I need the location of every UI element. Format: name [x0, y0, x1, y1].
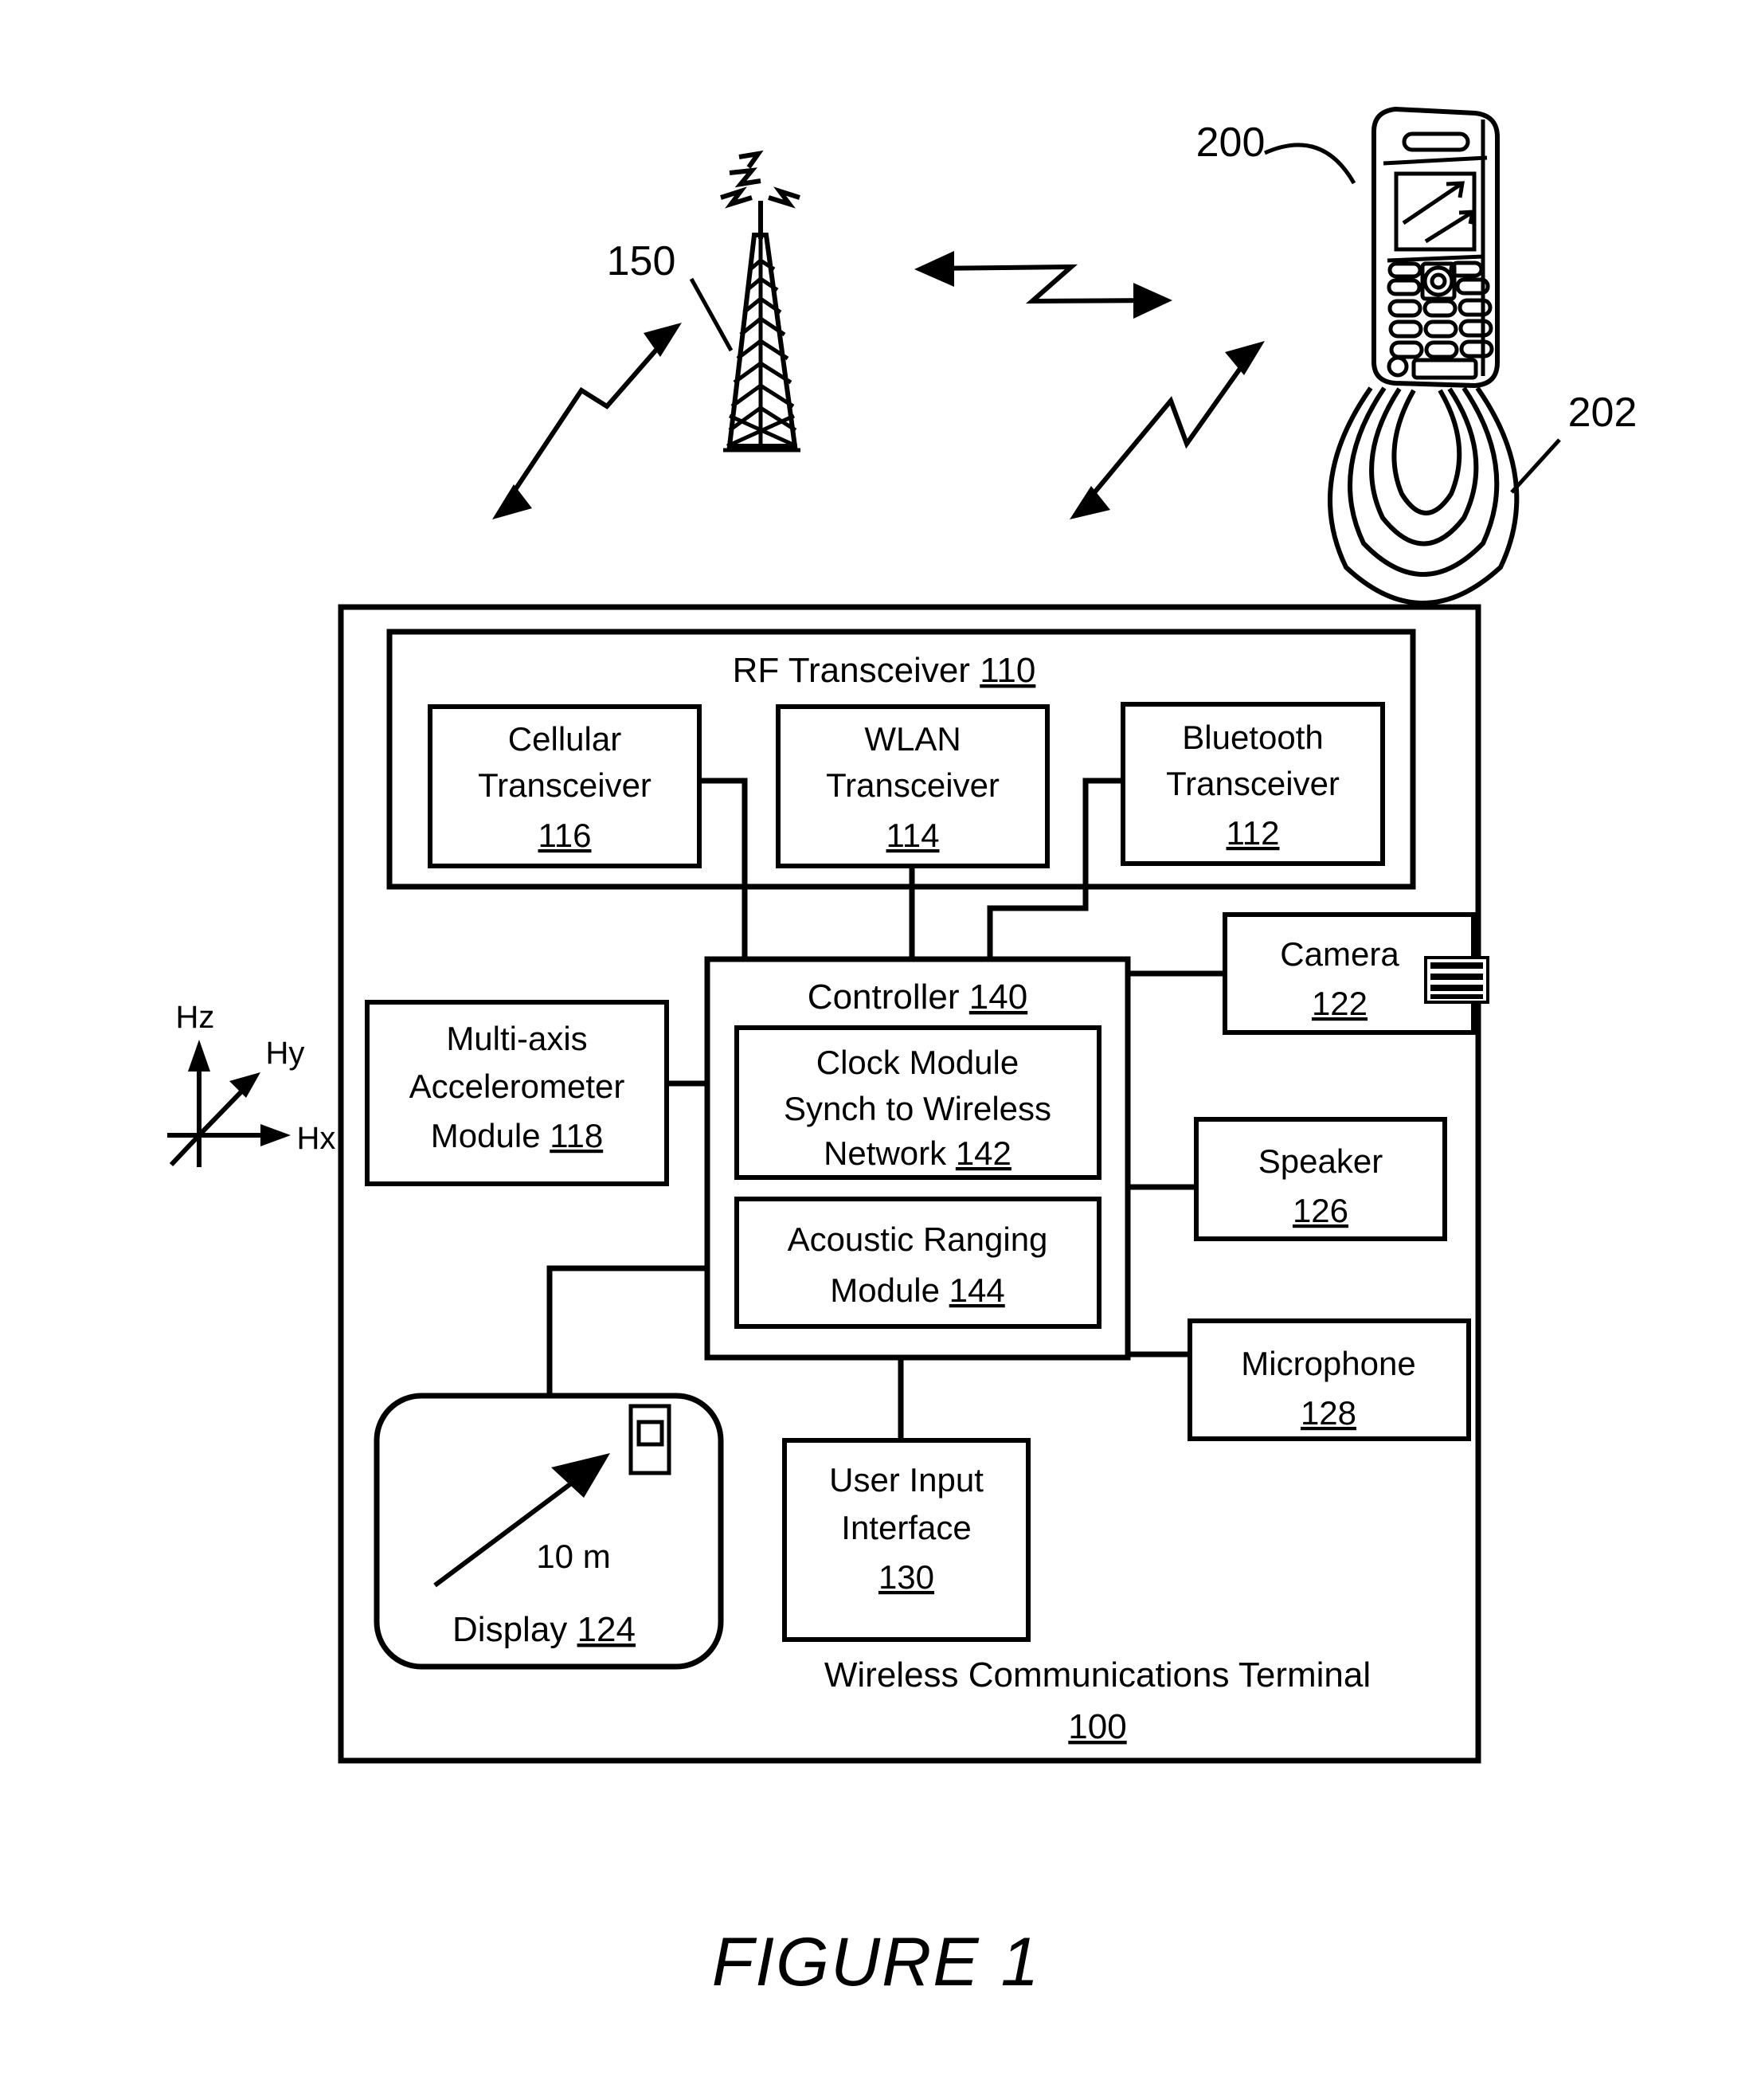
cellular-transceiver-line1: Cellular: [508, 720, 621, 758]
patent-figure-1: 150 200 202 Hz Hy Hx RF Transceiver 110 …: [0, 0, 1753, 2100]
bluetooth-transceiver-ref: 112: [1227, 814, 1280, 852]
cellular-transceiver-ref: 116: [538, 817, 592, 854]
controller-ref: 140: [969, 978, 1027, 1017]
microphone-label: Microphone: [1241, 1345, 1415, 1382]
display-label: Display: [452, 1610, 567, 1649]
acoustic-wave-callout-label: 202: [1568, 390, 1638, 436]
camera-label: Camera: [1280, 935, 1399, 973]
bluetooth-transceiver-line1: Bluetooth: [1182, 719, 1323, 756]
display-label-group: Display 124: [452, 1610, 636, 1649]
clock-module-line3: Network: [824, 1134, 947, 1172]
user-input-line1: User Input: [829, 1461, 984, 1499]
rf-transceiver-title: RF Transceiver: [733, 651, 970, 690]
axis-label-hz: Hz: [176, 1000, 215, 1035]
axis-label-hx: Hx: [297, 1121, 336, 1156]
accelerometer-line1: Multi-axis: [446, 1020, 587, 1057]
rf-transceiver-title-group: RF Transceiver 110: [733, 651, 1036, 690]
clock-module-line3-group: Network 142: [824, 1134, 1011, 1172]
microphone-ref: 128: [1301, 1394, 1356, 1432]
accelerometer-line3-group: Module 118: [431, 1117, 603, 1154]
wlan-transceiver-ref: 114: [886, 817, 940, 854]
camera-ref: 122: [1312, 985, 1368, 1022]
controller-title: Controller: [808, 978, 960, 1017]
user-input-line2: Interface: [841, 1509, 971, 1546]
bluetooth-transceiver-line2: Transceiver: [1166, 765, 1340, 802]
wlan-transceiver-line1: WLAN: [864, 720, 961, 758]
controller-title-group: Controller 140: [808, 978, 1027, 1017]
speaker-ref: 126: [1293, 1192, 1348, 1229]
terminal-title: Wireless Communications Terminal: [824, 1655, 1371, 1694]
accelerometer-ref: 118: [550, 1117, 603, 1154]
acoustic-ranging-ref: 144: [949, 1271, 1005, 1309]
acoustic-ranging-line2: Module: [830, 1271, 940, 1309]
figure-text: 150 200 202 Hz Hy Hx RF Transceiver 110 …: [176, 119, 1638, 2000]
rf-transceiver-ref: 110: [980, 651, 1035, 690]
speaker-label: Speaker: [1258, 1142, 1383, 1180]
acoustic-ranging-line2-group: Module 144: [830, 1271, 1005, 1309]
accelerometer-line2: Accelerometer: [409, 1068, 625, 1105]
display-distance-value: 10 m: [536, 1538, 610, 1575]
clock-module-line2: Synch to Wireless: [784, 1090, 1051, 1127]
clock-module-line1: Clock Module: [816, 1044, 1019, 1081]
acoustic-ranging-line1: Acoustic Ranging: [788, 1220, 1048, 1258]
handset-callout-label: 200: [1196, 119, 1266, 166]
terminal-ref: 100: [1068, 1707, 1126, 1746]
wlan-transceiver-line2: Transceiver: [826, 766, 1000, 804]
cellular-transceiver-line2: Transceiver: [478, 766, 652, 804]
tower-callout-label: 150: [607, 238, 676, 284]
display-ref: 124: [577, 1610, 636, 1649]
axis-label-hy: Hy: [266, 1036, 305, 1071]
figure-caption: FIGURE 1: [712, 1924, 1041, 2000]
accelerometer-line3: Module: [431, 1117, 541, 1154]
clock-module-ref: 142: [956, 1134, 1011, 1172]
user-input-ref: 130: [878, 1558, 934, 1596]
